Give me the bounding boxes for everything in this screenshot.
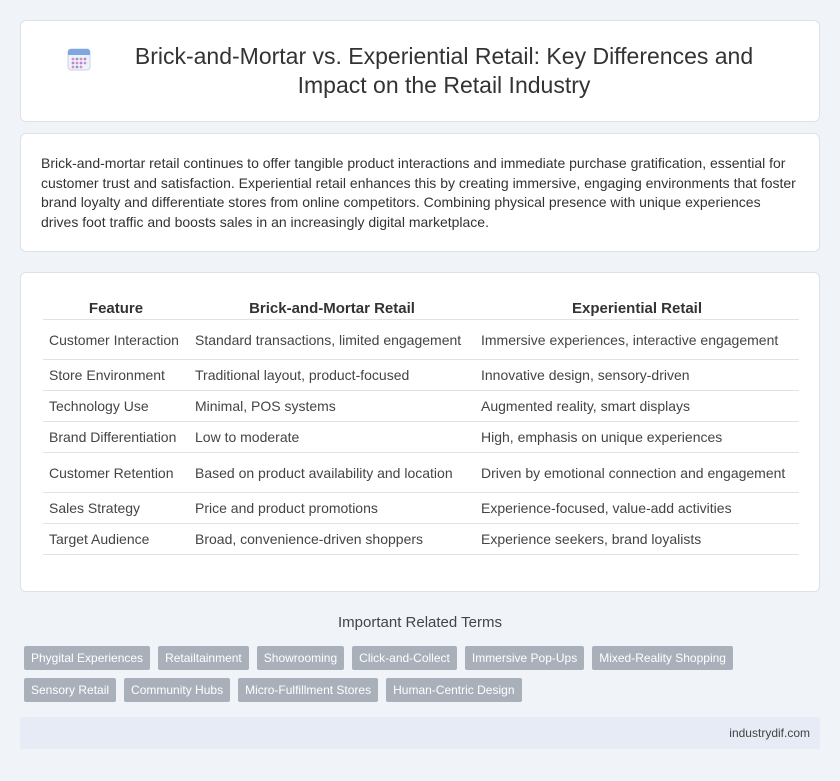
table-cell-feature: Sales Strategy [43,493,189,524]
table-cell-experiential: High, emphasis on unique experiences [475,422,799,453]
column-header-feature: Feature [43,297,189,320]
tag-retailtainment[interactable]: Retailtainment [158,646,249,670]
calendar-icon [66,46,92,72]
related-terms-tags: Phygital Experiences Retailtainment Show… [24,646,824,710]
tag-row: Phygital Experiences Retailtainment Show… [24,646,824,670]
table-cell-feature: Technology Use [43,391,189,422]
table-cell-experiential: Immersive experiences, interactive engag… [475,320,799,360]
table-header-row: Feature Brick-and-Mortar Retail Experien… [43,297,799,320]
table-cell-brick: Broad, convenience-driven shoppers [189,524,475,555]
tag-click-and-collect[interactable]: Click-and-Collect [352,646,457,670]
tag-immersive-pop-ups[interactable]: Immersive Pop-Ups [464,646,585,670]
table-cell-feature: Customer Interaction [43,320,189,360]
table-cell-experiential: Driven by emotional connection and engag… [475,453,799,493]
table-row: Brand Differentiation Low to moderate Hi… [43,422,799,453]
table-row: Customer Interaction Standard transactio… [43,320,799,360]
table-cell-feature: Brand Differentiation [43,422,189,453]
tag-showrooming[interactable]: Showrooming [256,646,345,670]
table-cell-experiential: Experience seekers, brand loyalists [475,524,799,555]
table-cell-feature: Customer Retention [43,453,189,493]
footer: industrydif.com [20,717,820,749]
table-row: Customer Retention Based on product avai… [43,453,799,493]
page-title: Brick-and-Mortar vs. Experiential Retail… [134,43,754,98]
related-terms-title: Important Related Terms [338,614,502,631]
table-row: Sales Strategy Price and product promoti… [43,493,799,524]
tag-community-hubs[interactable]: Community Hubs [124,678,231,702]
table-cell-experiential: Innovative design, sensory-driven [475,360,799,391]
table-cell-brick: Price and product promotions [189,493,475,524]
table-row: Technology Use Minimal, POS systems Augm… [43,391,799,422]
table-cell-feature: Store Environment [43,360,189,391]
intro-card: Brick-and-mortar retail continues to off… [20,133,820,252]
intro-paragraph: Brick-and-mortar retail continues to off… [41,155,796,230]
tag-row: Sensory Retail Community Hubs Micro-Fulf… [24,678,824,702]
table-cell-brick: Based on product availability and locati… [189,453,475,493]
table-row: Store Environment Traditional layout, pr… [43,360,799,391]
table-cell-experiential: Augmented reality, smart displays [475,391,799,422]
table-cell-brick: Standard transactions, limited engagemen… [189,320,475,360]
table-cell-brick: Traditional layout, product-focused [189,360,475,391]
header-card: Brick-and-Mortar vs. Experiential Retail… [20,20,820,122]
tag-phygital-experiences[interactable]: Phygital Experiences [24,646,151,670]
column-header-experiential: Experiential Retail [475,297,799,320]
column-header-brick-and-mortar: Brick-and-Mortar Retail [189,297,475,320]
table-cell-experiential: Experience-focused, value-add activities [475,493,799,524]
comparison-table-card: Feature Brick-and-Mortar Retail Experien… [20,272,820,592]
table-cell-feature: Target Audience [43,524,189,555]
table-cell-brick: Low to moderate [189,422,475,453]
tag-human-centric-design[interactable]: Human-Centric Design [386,678,522,702]
comparison-table: Feature Brick-and-Mortar Retail Experien… [43,297,799,555]
tag-sensory-retail[interactable]: Sensory Retail [24,678,117,702]
tag-micro-fulfillment-stores[interactable]: Micro-Fulfillment Stores [238,678,379,702]
table-cell-brick: Minimal, POS systems [189,391,475,422]
table-row: Target Audience Broad, convenience-drive… [43,524,799,555]
footer-site-link[interactable]: industrydif.com [729,726,810,740]
tag-mixed-reality-shopping[interactable]: Mixed-Reality Shopping [592,646,733,670]
